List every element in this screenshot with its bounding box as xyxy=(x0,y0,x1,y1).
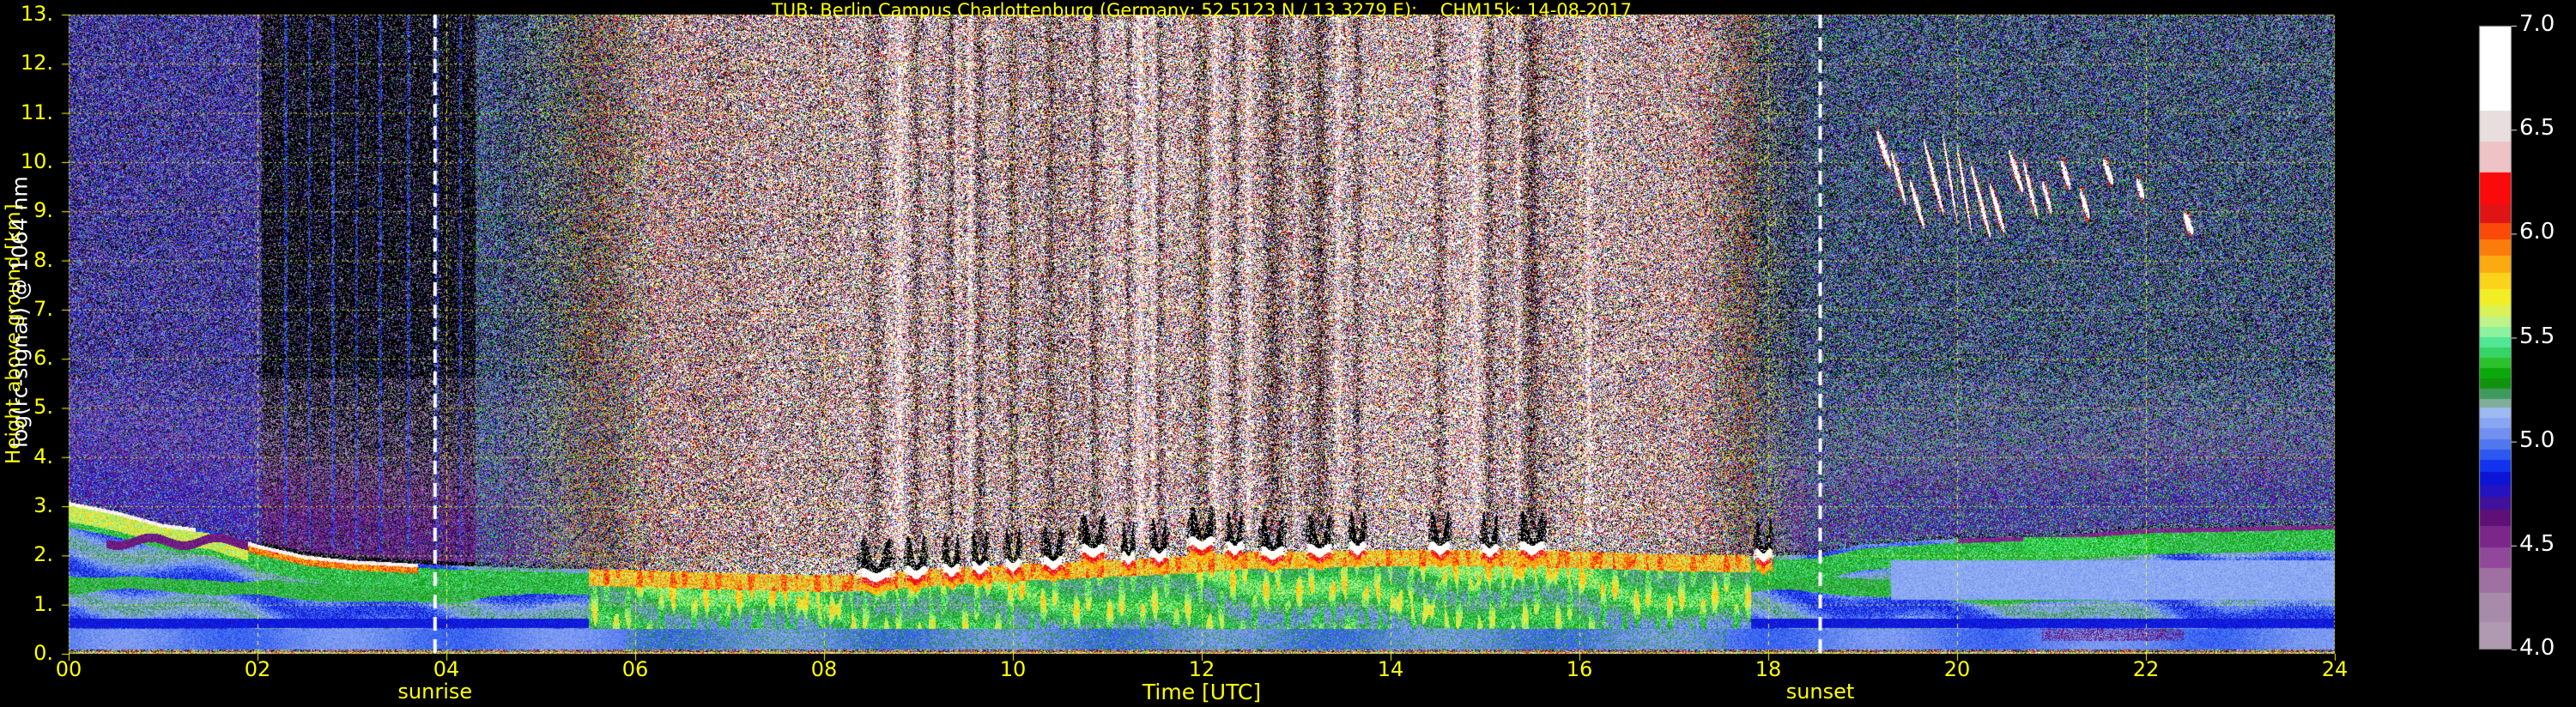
ceilometer-quicklook-figure: 00 02 04 06 08 10 12 14 16 18 20 22 24 13. 12. 11. 10. 9.… xyxy=(0,0,2576,707)
colorbar-tick-label: 4.0 xyxy=(2519,635,2555,661)
colorbar-tick-label: 7.0 xyxy=(2519,11,2555,37)
heatmap-canvas xyxy=(0,0,2576,707)
colorbar-label: log(rc-signal) @ 1064 nm xyxy=(7,176,33,448)
chart-title: TUB: Berlin Campus Charlottenburg (Germa… xyxy=(771,0,1633,21)
colorbar-tick-label: 4.5 xyxy=(2519,530,2555,557)
x-tick-label: 22 xyxy=(2132,657,2160,681)
x-tick-label: 18 xyxy=(1755,657,1782,681)
x-tick-label: 08 xyxy=(810,657,838,681)
colorbar-tick-label: 5.5 xyxy=(2519,323,2555,349)
x-tick-label: 24 xyxy=(2321,657,2349,681)
colorbar-tick-label: 6.5 xyxy=(2519,115,2555,142)
sunset-label: sunset xyxy=(1785,680,1855,704)
x-tick-label: 06 xyxy=(621,657,649,681)
x-tick-label: 14 xyxy=(1377,657,1404,681)
x-tick-label: 04 xyxy=(433,657,460,681)
colorbar-tick-label: 6.0 xyxy=(2519,219,2555,245)
x-tick-label: 12 xyxy=(1188,657,1215,681)
sunrise-label: sunrise xyxy=(397,680,473,704)
x-tick-label: 16 xyxy=(1566,657,1593,681)
x-tick-label: 20 xyxy=(1943,657,1971,681)
x-tick-label: 10 xyxy=(999,657,1027,681)
x-tick-label: 02 xyxy=(244,657,271,681)
colorbar-tick-label: 5.0 xyxy=(2519,426,2555,453)
